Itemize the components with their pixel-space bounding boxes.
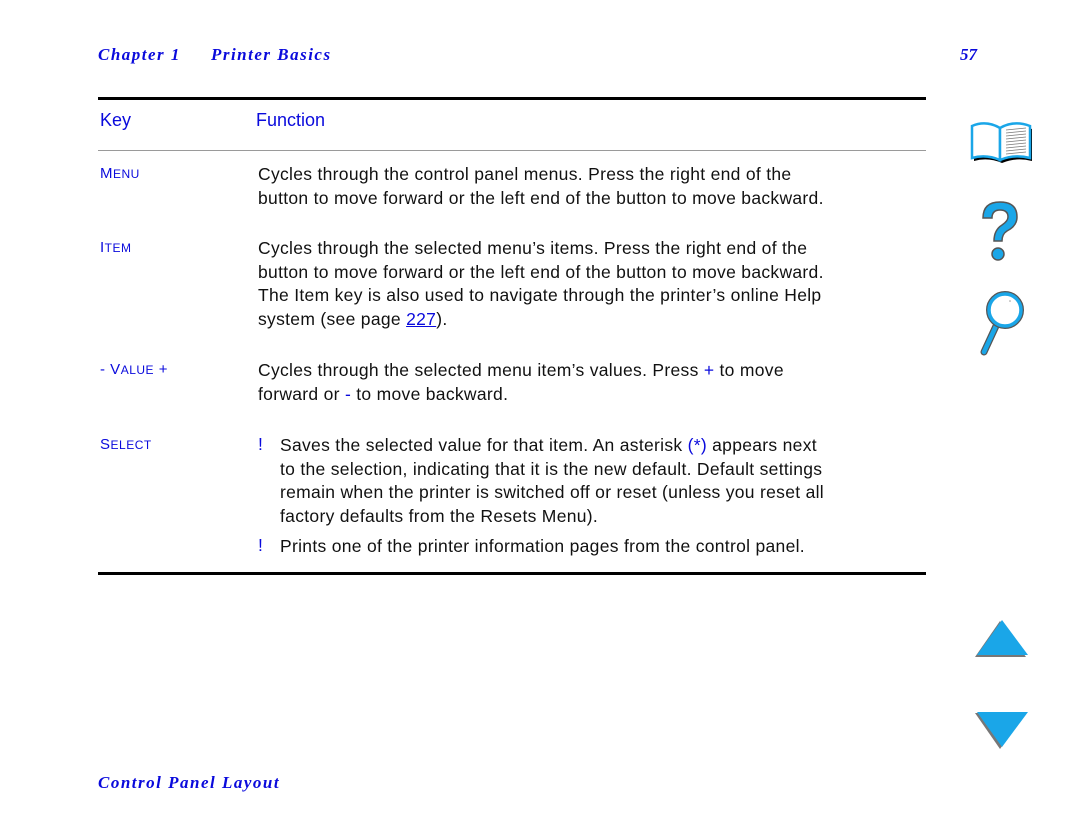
column-header-key: Key [100,110,132,130]
bullet-marker: ! [258,434,263,454]
key-item: ITEM [100,239,132,256]
chapter-label: Chapter 1 [98,45,181,64]
column-header-function: Function [256,110,326,130]
previous-page-icon[interactable] [974,618,1030,665]
section-footer: Control Panel Layout [98,773,281,792]
plus-symbol: + [703,360,715,380]
table-header-rule [98,150,926,151]
function-select-bullet-1-line-4: factory defaults from the Resets Menu). [280,505,599,526]
next-page-icon[interactable] [974,710,1030,757]
page-number: 57 [960,45,977,64]
function-item-line-2: button to move forward or the left end o… [258,261,824,282]
table-bottom-rule [98,572,926,575]
function-select-bullet-1-line-2: to the selection, indicating that it is … [280,458,823,479]
chapter-header: Chapter 1 Printer Basics [98,45,332,65]
bullet-marker: ! [258,535,263,555]
chapter-title: Printer Basics [210,45,332,64]
key-value: - VALUE + [100,361,168,378]
key-select: SELECT [100,436,152,453]
function-item-line-4: system (see page 227). [258,308,448,329]
function-menu-line-2: button to move forward or the left end o… [258,187,824,208]
function-item-line-1: Cycles through the selected menu’s items… [258,238,808,258]
asterisk-symbol: (*) [687,435,707,455]
help-icon[interactable] [975,198,1025,271]
function-value-line-2: forward or - to move backward. [258,383,509,404]
table-top-rule [98,97,926,100]
search-icon[interactable] [978,288,1026,363]
book-icon[interactable] [966,112,1038,173]
function-select-bullet-1-line-1: Saves the selected value for that item. … [280,435,817,455]
function-menu-line-1: Cycles through the control panel menus. … [258,164,792,184]
function-value-line-1: Cycles through the selected menu item’s … [258,360,784,380]
function-item-line-3: The Item key is also used to navigate th… [258,285,822,305]
key-menu: MENU [100,165,140,182]
page-227-link[interactable]: 227 [406,309,436,329]
function-select-bullet-1-line-3: remain when the printer is switched off … [280,482,824,502]
function-select-bullet-2: Prints one of the printer information pa… [280,536,805,556]
